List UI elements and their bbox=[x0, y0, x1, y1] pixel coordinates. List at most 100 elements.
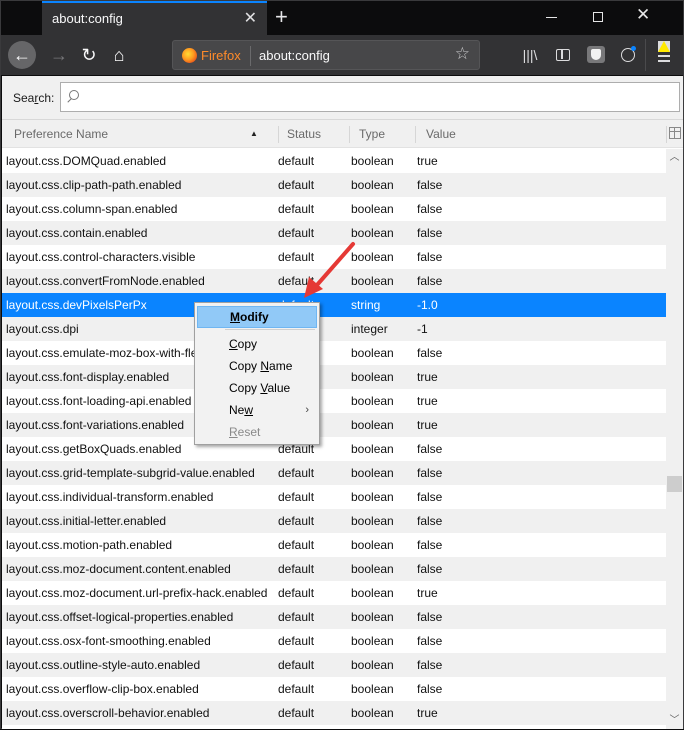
menu-item-copy-name[interactable]: Copy Name bbox=[197, 355, 317, 377]
library-button[interactable]: |||\ bbox=[520, 45, 540, 65]
column-preference-name[interactable]: Preference Name bbox=[14, 120, 274, 148]
scrollbar-thumb[interactable] bbox=[667, 476, 682, 492]
table-row[interactable]: layout.css.convertFromNode.enabled defaul… bbox=[2, 269, 666, 293]
url-bar[interactable]: Firefox about:config ☆ bbox=[172, 40, 480, 70]
table-row[interactable]: layout.css.getBoxQuads.enabled default boo… bbox=[2, 437, 666, 461]
pref-type-cell: boolean bbox=[351, 418, 394, 432]
pref-type-cell: boolean bbox=[351, 202, 394, 216]
menu-item-copy-value[interactable]: Copy Value bbox=[197, 377, 317, 399]
menu-item-modify[interactable]: Modify bbox=[197, 306, 317, 328]
column-separator[interactable] bbox=[349, 126, 350, 143]
menu-item-accesskey: R bbox=[229, 425, 238, 439]
about-config-page: Search: Preference Name ▲ Status Type Va… bbox=[2, 76, 683, 729]
table-row[interactable]: layout.css.column-span.enabled default boo… bbox=[2, 197, 666, 221]
table-row[interactable]: layout.css.overscroll-behavior.enabled de… bbox=[2, 701, 666, 725]
pref-value-cell: false bbox=[417, 346, 443, 360]
table-row[interactable]: layout.css.outline-style-auto.enabled def… bbox=[2, 653, 666, 677]
pref-type-cell: boolean bbox=[351, 610, 394, 624]
column-status[interactable]: Status bbox=[287, 120, 347, 148]
table-row[interactable]: layout.css.motion-path.enabled default boo… bbox=[2, 533, 666, 557]
table-row[interactable]: layout.css.individual-transform.enabled d… bbox=[2, 485, 666, 509]
sidebar-button[interactable] bbox=[553, 45, 573, 65]
pref-status-cell: default bbox=[278, 202, 315, 216]
search-input[interactable] bbox=[83, 83, 673, 111]
pref-type-cell: boolean bbox=[351, 370, 394, 384]
pref-type-cell: boolean bbox=[351, 226, 394, 240]
menu-item-label: Copy bbox=[229, 381, 261, 395]
reload-button[interactable]: ↻ bbox=[75, 41, 103, 69]
pref-type-cell: boolean bbox=[351, 442, 394, 456]
table-row[interactable]: layout.css.overflow-clip-box.enabled defa… bbox=[2, 677, 666, 701]
tab-about-config[interactable]: about:config ✕ bbox=[42, 1, 267, 35]
search-row: Search: bbox=[2, 76, 683, 119]
forward-button[interactable]: → bbox=[45, 41, 73, 69]
bookmark-star-icon[interactable]: ☆ bbox=[455, 44, 470, 64]
search-field[interactable] bbox=[60, 82, 680, 112]
pref-name-cell: layout.css.column-span.enabled bbox=[6, 202, 178, 216]
pref-type-cell: boolean bbox=[351, 634, 394, 648]
column-separator[interactable] bbox=[415, 126, 416, 143]
menu-item-reset[interactable]: Reset bbox=[197, 421, 317, 443]
url-text[interactable]: about:config bbox=[259, 48, 330, 63]
column-type[interactable]: Type bbox=[359, 120, 409, 148]
table-row[interactable]: layout.css.dpidefaultinteger-1 bbox=[2, 317, 666, 341]
scroll-down-icon[interactable]: ﹀ bbox=[666, 712, 683, 729]
table-row[interactable]: layout.css.contain.enabled default boolean… bbox=[2, 221, 666, 245]
column-picker-icon[interactable] bbox=[669, 127, 681, 139]
table-row[interactable]: layout.css.offset-logical-properties.ena… bbox=[2, 605, 666, 629]
pref-name-cell: layout.css.individual-transform.enabled bbox=[6, 490, 214, 504]
pref-value-cell: false bbox=[417, 682, 443, 696]
pref-status-cell: default bbox=[278, 178, 315, 192]
home-button[interactable]: ⌂ bbox=[105, 41, 133, 69]
menu-item-copy[interactable]: Copy bbox=[197, 333, 317, 355]
new-tab-button[interactable]: + bbox=[275, 4, 288, 30]
table-row[interactable]: layout.css.font-variations.enableddefaul… bbox=[2, 413, 666, 437]
close-tab-icon[interactable]: ✕ bbox=[244, 8, 257, 28]
table-row[interactable]: layout.css.clip-path-path.enabled default… bbox=[2, 173, 666, 197]
table-row[interactable]: layout.css.initial-letter.enabled default… bbox=[2, 509, 666, 533]
table-row[interactable]: layout.css.emulate-moz-box-with-flexdefa… bbox=[2, 341, 666, 365]
back-button[interactable]: ← bbox=[8, 41, 36, 69]
tracking-protection-button[interactable] bbox=[586, 45, 606, 65]
vertical-scrollbar[interactable]: ︿ ﹀ bbox=[666, 149, 683, 729]
notification-dot bbox=[631, 46, 636, 51]
pref-value-cell: -1.0 bbox=[417, 298, 438, 312]
table-row[interactable]: layout.css.font-loading-api.enableddefau… bbox=[2, 389, 666, 413]
table-row[interactable]: layout.css.grid-template-subgrid-value.e… bbox=[2, 461, 666, 485]
table-row[interactable]: layout.css.control-characters.visible def… bbox=[2, 245, 666, 269]
pref-status-cell: default bbox=[278, 610, 315, 624]
context-menu: Modify Copy Copy Name Copy Value New › Reset bbox=[194, 302, 320, 445]
pref-name-cell: layout.css.motion-path.enabled bbox=[6, 538, 173, 552]
pref-value-cell: false bbox=[417, 466, 443, 480]
pref-type-cell: boolean bbox=[351, 274, 394, 288]
column-value[interactable]: Value bbox=[426, 120, 626, 148]
pref-value-cell: false bbox=[417, 178, 443, 192]
url-separator bbox=[250, 46, 251, 66]
close-window-button[interactable]: ✕ bbox=[621, 5, 667, 31]
pref-status-cell: default bbox=[278, 706, 315, 720]
pref-name-cell: layout.css.overflow-clip-box.enabled bbox=[6, 682, 199, 696]
minimize-button[interactable] bbox=[529, 5, 575, 31]
table-row[interactable]: layout.css.moz-document.content.enabled d… bbox=[2, 557, 666, 581]
menu-button[interactable] bbox=[656, 41, 676, 65]
menu-item-new[interactable]: New › bbox=[197, 399, 317, 421]
pref-value-cell: false bbox=[417, 658, 443, 672]
minimize-icon bbox=[546, 17, 557, 18]
reload-icon: ↻ bbox=[81, 45, 97, 65]
menu-item-label: opy bbox=[237, 337, 258, 351]
pref-name-cell: layout.css.DOMQuad.enabled bbox=[6, 154, 167, 168]
column-separator[interactable] bbox=[278, 126, 279, 143]
table-row[interactable]: layout.css.devPixelsPerPxdefaultstring-1… bbox=[2, 293, 666, 317]
table-row[interactable]: layout.css.DOMQuad.enabled default boolean… bbox=[2, 149, 666, 173]
pref-value-cell: false bbox=[417, 202, 443, 216]
pref-status-cell: default bbox=[278, 274, 315, 288]
table-row[interactable]: layout.css.font-display.enableddefaultbo… bbox=[2, 365, 666, 389]
pref-name-cell: layout.css.initial-letter.enabled bbox=[6, 514, 167, 528]
table-row[interactable]: layout.css.moz-document.url-prefix-hack.… bbox=[2, 581, 666, 605]
scroll-up-icon[interactable]: ︿ bbox=[666, 149, 683, 166]
pref-value-cell: true bbox=[417, 370, 438, 384]
table-row[interactable]: layout.css.osx-font-smoothing.enabled def… bbox=[2, 629, 666, 653]
account-button[interactable] bbox=[618, 45, 638, 65]
pref-name-cell: layout.css.contain.enabled bbox=[6, 226, 148, 240]
maximize-button[interactable] bbox=[575, 5, 621, 31]
